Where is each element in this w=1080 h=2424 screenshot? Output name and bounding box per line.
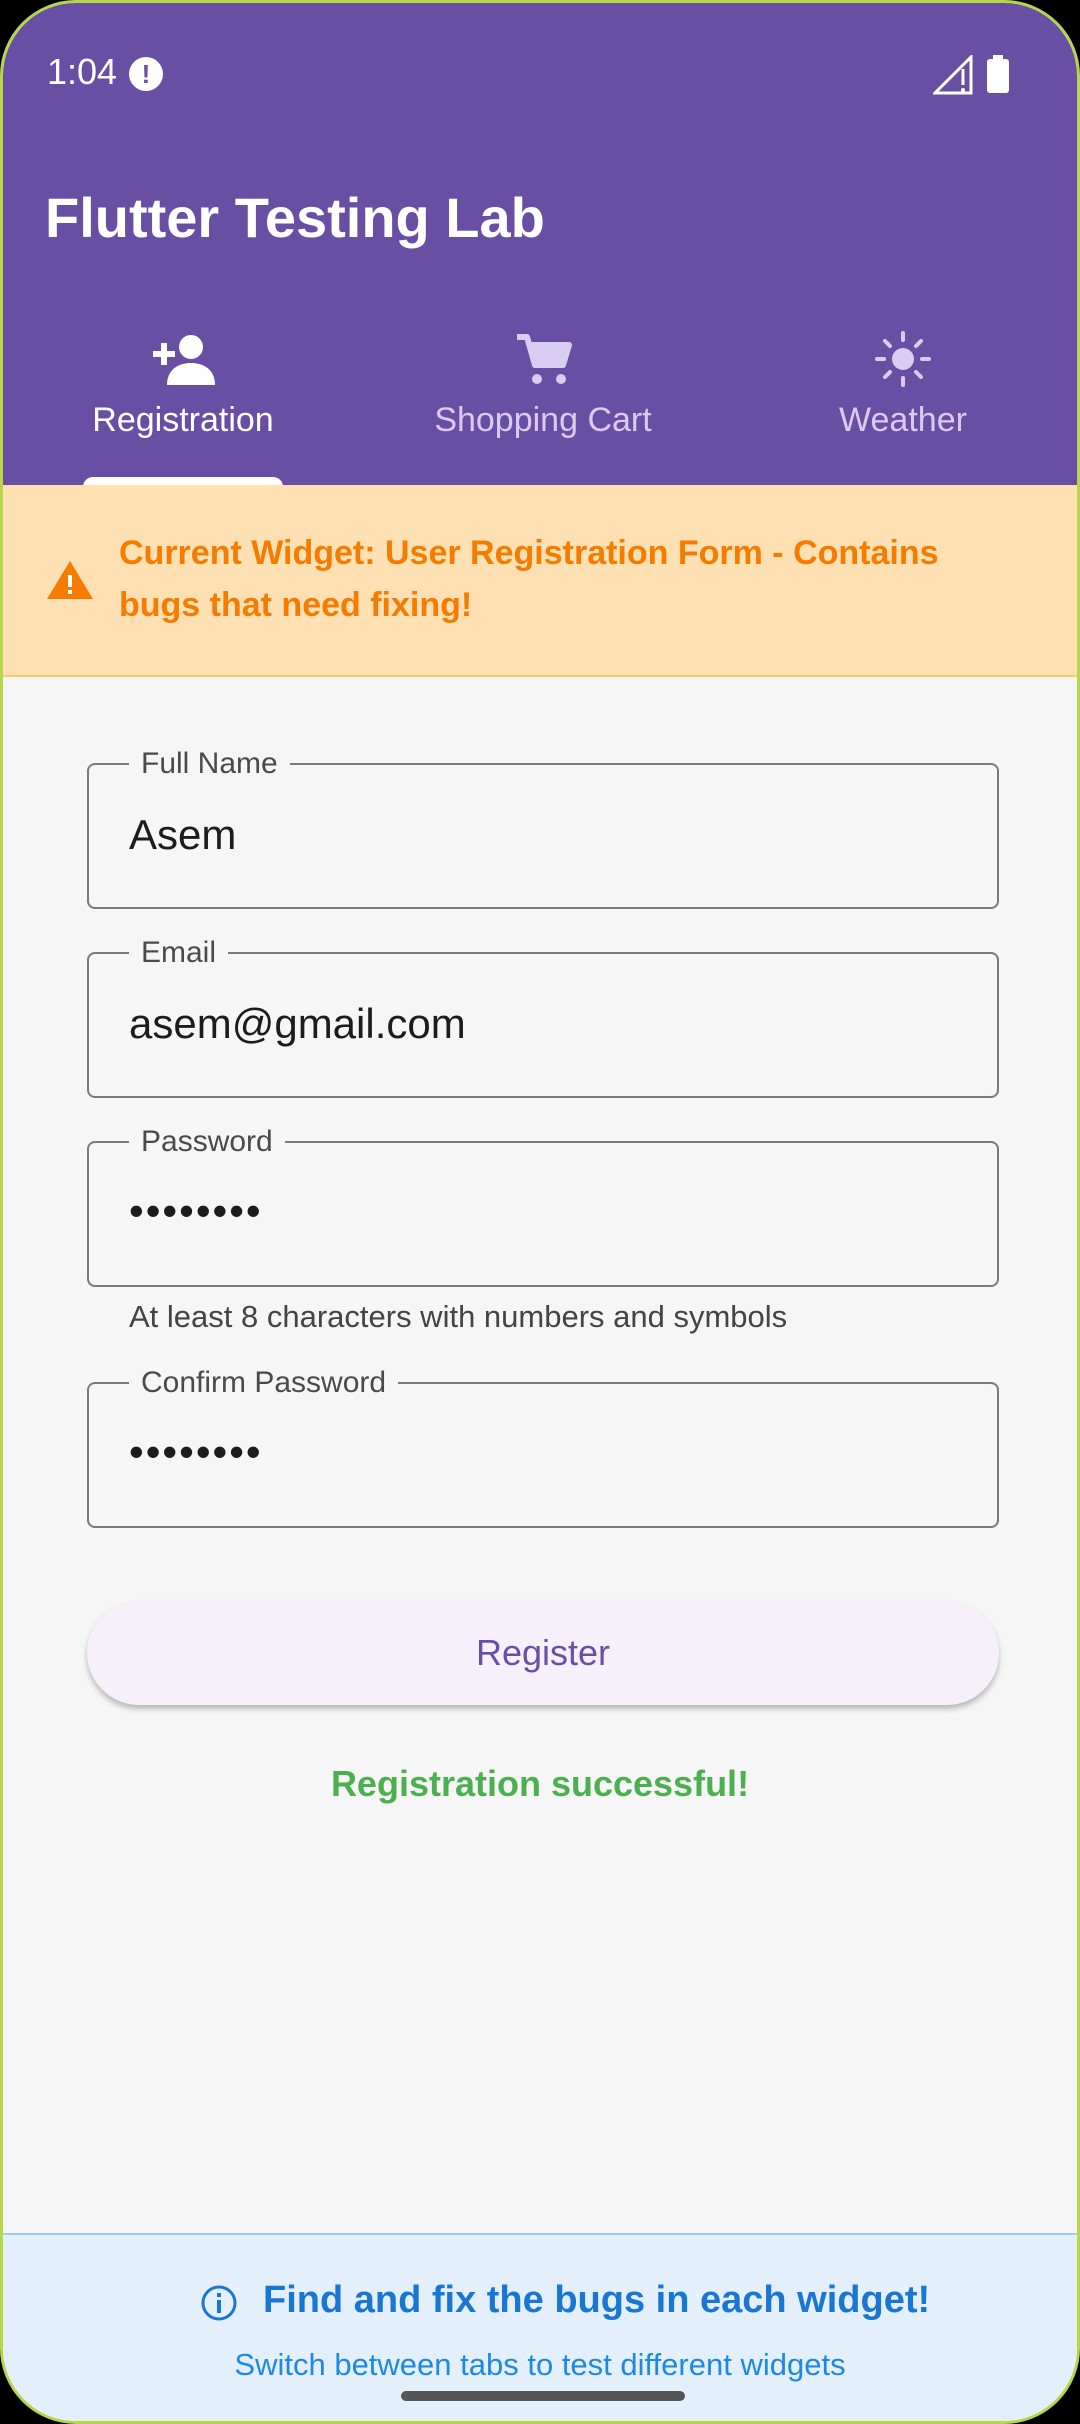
email-label: Email [129,936,229,970]
warning-icon [47,561,93,599]
tab-bar: Registration Shopping Cart Weather [3,321,1077,487]
registration-status-message: Registration successful! [330,1763,750,1804]
full-name-label: Full Name [129,747,290,781]
tab-registration[interactable]: Registration [3,321,363,487]
email-field[interactable]: Email asem@gmail.com [87,936,999,1098]
password-label: Password [129,1125,285,1159]
home-indicator[interactable] [401,2391,685,2401]
password-helper-text: At least 8 characters with numbers and s… [129,1299,788,1334]
full-name-value: Asem [129,811,237,858]
tab-label: Shopping Cart [434,401,652,439]
full-name-field[interactable]: Full Name Asem [87,747,999,909]
register-button[interactable]: Register [87,1601,999,1705]
confirm-password-field[interactable]: Confirm Password •••••••• [87,1366,999,1528]
sun-icon [875,331,931,387]
alert-icon: ! [129,57,163,91]
confirm-password-label: Confirm Password [129,1366,399,1400]
footer-title: Find and fix the bugs in each widget! [263,2279,931,2321]
person-add-icon [153,335,215,385]
phone-screen: 1:04 ! Flutter Testing Lab Registration … [0,0,1080,2424]
page-title: Flutter Testing Lab [45,186,545,249]
status-bar: 1:04 ! [3,3,1077,143]
tab-weather[interactable]: Weather [723,321,1077,485]
app-bar: 1:04 ! Flutter Testing Lab Registration … [3,3,1077,487]
shopping-cart-icon [517,334,572,384]
tab-shopping-cart[interactable]: Shopping Cart [363,321,723,485]
battery-icon [987,55,1009,93]
tab-label: Weather [839,401,967,439]
footer-subtitle: Switch between tabs to test different wi… [234,2347,846,2382]
password-value: •••••••• [129,1187,263,1234]
password-field[interactable]: Password •••••••• [87,1125,999,1287]
warning-banner-text: Current Widget: User Registration Form -… [119,534,939,624]
email-value: asem@gmail.com [129,1000,466,1047]
info-icon [201,2285,237,2321]
signal-icon [933,55,973,95]
status-time: 1:04 [47,51,118,92]
confirm-password-value: •••••••• [129,1428,263,1475]
tab-label: Registration [92,401,274,439]
